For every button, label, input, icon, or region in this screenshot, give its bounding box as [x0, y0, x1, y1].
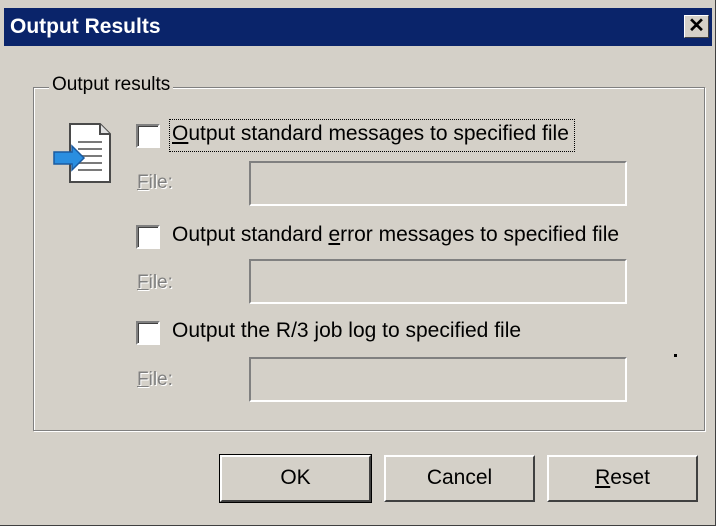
document-arrow-icon	[53, 123, 111, 183]
reset-button[interactable]: Reset	[547, 455, 698, 502]
reset-accel: R	[595, 466, 611, 489]
file-input-standard-messages[interactable]	[249, 161, 627, 206]
cancel-button[interactable]: Cancel	[384, 455, 535, 502]
close-icon: ✕	[688, 15, 705, 37]
file-label-3: File:	[137, 369, 173, 390]
label-job-log: Output the R/3 job log to specified file	[172, 319, 522, 342]
reset-label: eset	[610, 466, 650, 489]
checkbox-job-log[interactable]	[136, 321, 160, 345]
ok-button[interactable]: OK	[219, 454, 372, 503]
group-legend: Output results	[49, 74, 174, 96]
file-input-job-log[interactable]	[249, 357, 627, 402]
window-title: Output Results	[10, 15, 161, 38]
file-input-error-messages[interactable]	[249, 259, 627, 304]
checkbox-error-messages[interactable]	[136, 225, 160, 249]
checkbox-standard-messages[interactable]	[136, 124, 160, 148]
close-button[interactable]: ✕	[684, 15, 709, 38]
output-results-dialog: Output Results ✕ Output results Output s…	[0, 0, 716, 526]
stray-dot	[674, 354, 677, 357]
file-label-2: File:	[137, 272, 173, 293]
file-label-1: File:	[137, 172, 173, 193]
label-standard-messages: Output standard messages to specified fi…	[172, 122, 569, 145]
title-bar: Output Results ✕	[4, 8, 712, 46]
label-error-messages: Output standard error messages to specif…	[172, 223, 620, 246]
